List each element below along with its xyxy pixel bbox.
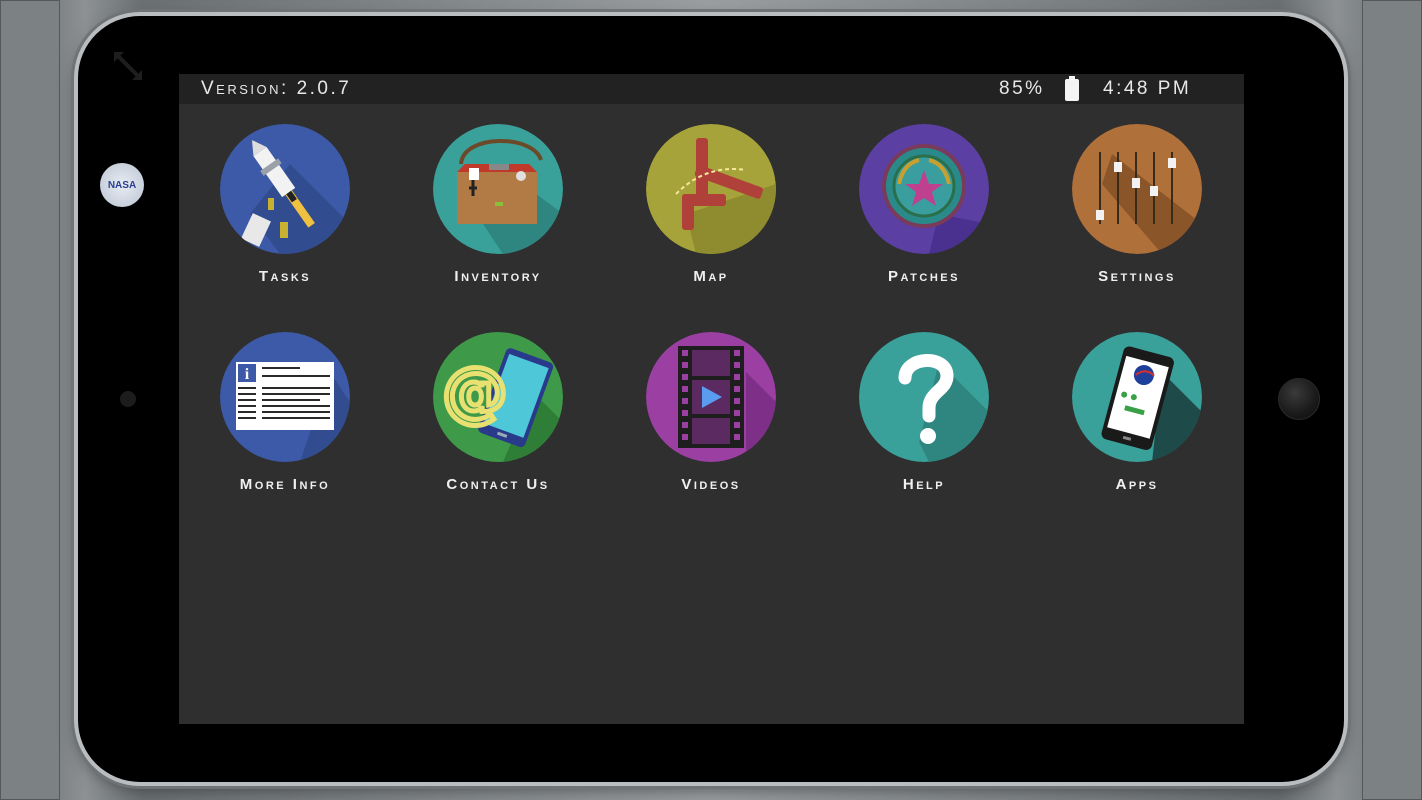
info-card-icon: i [220, 332, 350, 462]
app-help[interactable]: Help [834, 332, 1014, 493]
app-label: Tasks [258, 268, 312, 285]
app-label: More Info [239, 476, 331, 493]
patch-icon [859, 124, 989, 254]
camera-dot [120, 391, 136, 407]
tablet-screen: Version: 2.0.7 85% 4:48 PM Tasks Invento… [179, 74, 1244, 724]
battery-icon [1065, 76, 1079, 101]
app-inventory[interactable]: Inventory [408, 124, 588, 285]
email-tablet-icon: @ [433, 332, 563, 462]
app-label: Contact Us [446, 476, 550, 493]
app-more-info[interactable]: i More Info [195, 332, 375, 493]
battery-percent: 85% [999, 78, 1045, 99]
film-play-icon [646, 332, 776, 462]
sliders-icon [1072, 124, 1202, 254]
toolbag-icon [433, 124, 563, 254]
sticker-text: NASA [107, 179, 137, 191]
phone-apps-icon [1072, 332, 1202, 462]
app-label: Videos [681, 476, 741, 493]
question-icon [859, 332, 989, 462]
app-label: Map [693, 268, 729, 285]
app-map[interactable]: Map [621, 124, 801, 285]
clock: 4:48 PM [1103, 78, 1192, 99]
svg-text:i: i [245, 366, 250, 383]
app-label: Help [902, 476, 946, 493]
app-tasks[interactable]: Tasks [195, 124, 375, 285]
app-settings[interactable]: Settings [1047, 124, 1227, 285]
app-label: Patches [888, 268, 960, 285]
station-map-icon [646, 124, 776, 254]
station-wall-panel-right [1362, 0, 1422, 800]
app-patches[interactable]: Patches [834, 124, 1014, 285]
app-label: Apps [1115, 476, 1159, 493]
app-label: Settings [1098, 268, 1176, 285]
app-videos[interactable]: Videos [621, 332, 801, 493]
expand-icon[interactable] [110, 48, 146, 84]
app-label: Inventory [454, 268, 542, 285]
station-wall-panel-left [0, 0, 60, 800]
version-label: Version: 2.0.7 [201, 78, 352, 99]
status-bar: Version: 2.0.7 85% 4:48 PM [179, 74, 1244, 104]
app-contact-us[interactable]: @ Contact Us [408, 332, 588, 493]
rocket-icon [220, 124, 350, 254]
nasa-sticker: NASA [100, 163, 144, 207]
home-button[interactable] [1278, 378, 1320, 420]
svg-text:@: @ [442, 353, 508, 430]
app-apps[interactable]: Apps [1047, 332, 1227, 493]
